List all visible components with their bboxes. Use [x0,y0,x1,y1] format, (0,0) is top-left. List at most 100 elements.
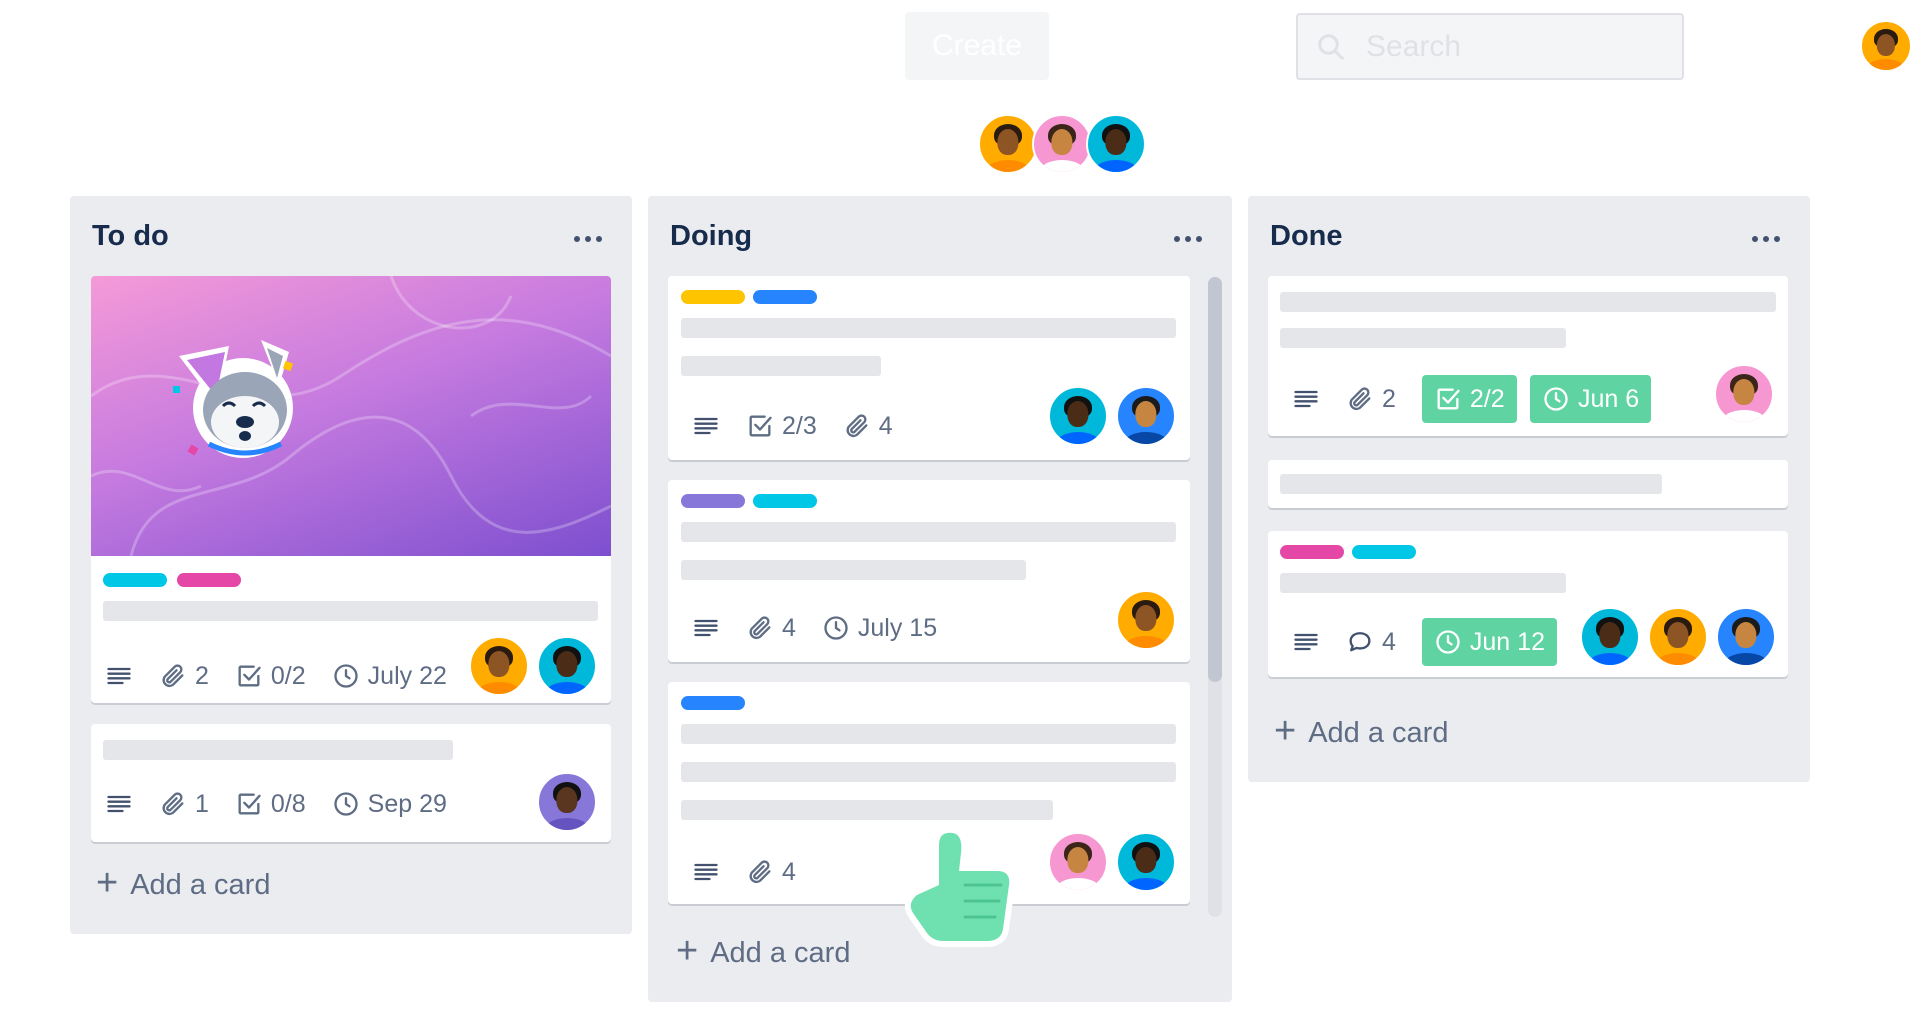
card-title-placeholder [681,522,1176,542]
list-title: Doing [670,220,753,252]
board-members [978,114,1146,174]
speech-bubble-icon [1346,628,1374,656]
label-purple[interactable] [681,494,745,508]
clock-icon [1434,628,1462,656]
clock-icon [332,662,360,690]
add-card-button[interactable]: + Add a card [676,932,850,970]
card[interactable]: 1 0/8 Sep 29 [91,724,611,842]
card-title-placeholder [681,800,1053,820]
label-cyan[interactable] [103,573,167,587]
card-title-placeholder [103,740,453,760]
card[interactable] [1268,460,1788,508]
avatar[interactable] [537,636,597,696]
list-to-do: To do 2 0/2 July 22 1 0/8 Sep 29 + Add a… [70,196,632,934]
create-button[interactable]: Create [905,12,1049,80]
avatar[interactable] [1086,114,1146,174]
due-date-badge[interactable]: Sep 29 [332,790,447,819]
card[interactable]: 2 0/2 July 22 [91,276,611,703]
more-dots-icon[interactable] [1752,236,1780,242]
label-yellow[interactable] [681,290,745,304]
card-cover [91,276,611,556]
due-date-complete-badge[interactable]: Jun 12 [1421,618,1557,666]
due-date-badge[interactable]: July 22 [332,662,447,691]
clock-icon [332,790,360,818]
card[interactable]: 4 July 15 [668,480,1190,662]
card-title-placeholder [681,762,1176,782]
list-title: Done [1270,220,1343,252]
avatar[interactable] [537,772,597,832]
attachments-badge: 4 [843,412,893,441]
plus-icon: + [96,862,119,904]
card-title-placeholder [1280,328,1566,348]
card[interactable]: 2 2/2 Jun 6 [1268,276,1788,436]
account-avatar[interactable] [1860,20,1912,72]
avatar[interactable] [1048,832,1108,892]
due-date-complete-badge[interactable]: Jun 6 [1530,375,1652,423]
plus-icon: + [676,930,699,972]
paperclip-icon [843,412,871,440]
checkbox-icon [1434,385,1462,413]
description-lines-icon [105,790,133,818]
attachments-badge: 2 [1346,385,1396,414]
description-lines-icon [1292,628,1320,656]
due-date-badge[interactable]: July 15 [822,614,937,643]
attachments-badge: 4 [746,858,796,887]
avatar[interactable] [1648,607,1708,667]
husky-sticker [169,326,309,466]
paperclip-icon [159,790,187,818]
paperclip-icon [746,614,774,642]
avatar[interactable] [1032,114,1092,174]
more-dots-icon[interactable] [1174,236,1202,242]
card-title-placeholder [1280,573,1566,593]
search-icon [1316,32,1346,62]
card[interactable]: 2/3 4 [668,276,1190,460]
search-input[interactable]: Search [1296,13,1684,80]
paperclip-icon [746,858,774,886]
attachments-badge: 2 [159,662,209,691]
search-placeholder: Search [1366,29,1462,63]
checklist-complete-badge: 2/2 [1421,375,1517,423]
checkbox-icon [746,412,774,440]
label-blue[interactable] [753,290,817,304]
label-pink[interactable] [177,573,241,587]
label-cyan[interactable] [753,494,817,508]
card-title-placeholder [1280,292,1776,312]
clock-icon [1542,385,1570,413]
description-lines-icon [692,412,720,440]
avatar[interactable] [1580,607,1640,667]
avatar[interactable] [1714,364,1774,424]
add-card-button[interactable]: + Add a card [1274,712,1448,750]
card-title-placeholder [681,724,1176,744]
more-dots-icon[interactable] [574,236,602,242]
label-blue[interactable] [681,696,745,710]
card-title-placeholder [1280,474,1662,494]
comments-badge: 4 [1346,628,1396,657]
description-lines-icon [105,662,133,690]
card-title-placeholder [681,560,1026,580]
thumbs-up-sticker [904,825,1025,950]
description-lines-icon [692,858,720,886]
card-title-placeholder [103,601,598,621]
label-cyan[interactable] [1352,545,1416,559]
avatar[interactable] [1116,832,1176,892]
avatar[interactable] [1048,386,1108,446]
avatar[interactable] [978,114,1038,174]
checklist-badge: 0/8 [235,790,306,819]
list-scrollbar-thumb[interactable] [1208,277,1222,682]
avatar[interactable] [1116,386,1176,446]
checklist-badge: 0/2 [235,662,306,691]
label-pink[interactable] [1280,545,1344,559]
avatar[interactable] [1716,607,1776,667]
list-title: To do [92,220,169,252]
paperclip-icon [159,662,187,690]
card[interactable]: 4 Jun 12 [1268,531,1788,677]
attachments-badge: 4 [746,614,796,643]
avatar[interactable] [469,636,529,696]
card-title-placeholder [681,318,1176,338]
checkbox-icon [235,790,263,818]
avatar[interactable] [1116,590,1176,650]
add-card-button[interactable]: + Add a card [96,864,270,902]
attachments-badge: 1 [159,790,209,819]
paperclip-icon [1346,385,1374,413]
checklist-badge: 2/3 [746,412,817,441]
